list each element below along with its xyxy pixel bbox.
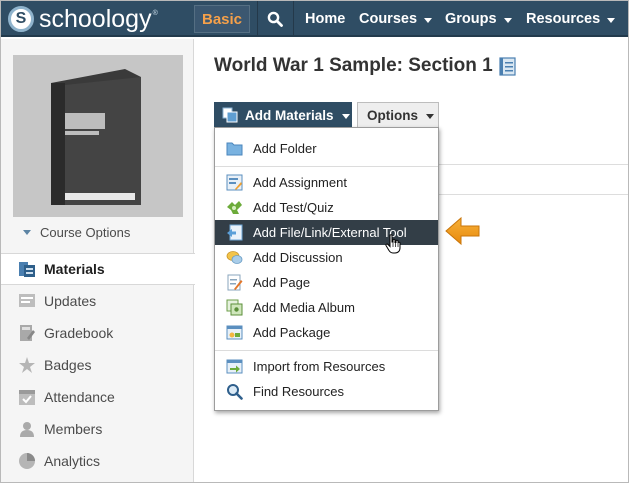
book-icon xyxy=(51,69,141,205)
menu-item-add-file-link-external-tool[interactable]: Add File/Link/External Tool xyxy=(215,220,438,245)
menu-item-import-from-resources[interactable]: Import from Resources xyxy=(215,354,438,379)
sidebar-item-label: Updates xyxy=(44,293,97,309)
search-button[interactable] xyxy=(257,1,293,37)
chevron-down-icon xyxy=(607,17,616,23)
analytics-icon xyxy=(17,451,37,471)
course-info-icon[interactable] xyxy=(499,56,516,76)
add-materials-menu: Add Folder Add Assignment Add Test/Quiz … xyxy=(214,127,439,411)
assignment-icon xyxy=(226,174,243,191)
logo-text: schoology xyxy=(39,4,152,33)
chevron-down-icon xyxy=(503,17,512,23)
pointer-arrow-icon xyxy=(445,216,480,246)
menu-item-label: Find Resources xyxy=(253,384,345,399)
add-materials-button[interactable]: Add Materials xyxy=(214,102,352,128)
discussion-icon xyxy=(226,249,243,266)
menu-item-add-package[interactable]: Add Package xyxy=(215,320,438,345)
menu-item-add-folder[interactable]: Add Folder xyxy=(215,136,438,161)
file-link-icon xyxy=(226,224,243,241)
search-icon xyxy=(267,11,283,27)
nav-home-label: Home xyxy=(305,11,346,27)
sidebar-item-materials[interactable]: Materials xyxy=(1,253,195,285)
sidebar-nav: Materials Updates Gradebook Badges Atten… xyxy=(1,253,195,477)
menu-item-label: Add Media Album xyxy=(253,300,355,315)
sidebar-item-label: Gradebook xyxy=(44,325,114,341)
content-divider xyxy=(439,164,628,165)
nav-divider xyxy=(293,1,294,37)
sidebar-item-label: Badges xyxy=(44,357,92,373)
menu-item-label: Add Discussion xyxy=(253,250,343,265)
add-materials-icon xyxy=(222,107,238,123)
plan-badge[interactable]: Basic xyxy=(194,5,250,33)
chevron-down-icon xyxy=(424,17,433,23)
sidebar-item-label: Materials xyxy=(44,261,105,277)
menu-item-label: Add Folder xyxy=(253,141,317,156)
menu-item-label: Add Package xyxy=(253,325,331,340)
logo-circle-icon: S xyxy=(8,6,34,32)
course-image xyxy=(13,55,183,217)
nav-courses-label: Courses xyxy=(359,11,418,27)
page-title: World War 1 Sample: Section 1 xyxy=(214,54,516,78)
sidebar-item-label: Analytics xyxy=(44,453,101,469)
course-options-toggle[interactable]: Course Options xyxy=(23,223,130,241)
import-icon xyxy=(226,358,243,375)
folder-icon xyxy=(226,140,243,157)
sidebar-item-updates[interactable]: Updates xyxy=(1,285,194,317)
materials-icon xyxy=(17,259,37,279)
page-icon xyxy=(226,274,243,291)
hand-cursor-icon xyxy=(385,234,401,254)
find-icon xyxy=(226,383,243,400)
menu-item-add-discussion[interactable]: Add Discussion xyxy=(215,245,438,270)
sidebar-item-gradebook[interactable]: Gradebook xyxy=(1,317,194,349)
menu-item-add-assignment[interactable]: Add Assignment xyxy=(215,170,438,195)
sidebar-item-members[interactable]: Members xyxy=(1,413,194,445)
nav-groups[interactable]: Groups xyxy=(445,1,512,37)
course-sidebar: Course Options Materials Updates Gradebo… xyxy=(1,39,195,482)
add-materials-label: Add Materials xyxy=(245,107,334,123)
options-button[interactable]: Options xyxy=(357,102,439,128)
quiz-icon xyxy=(226,199,243,216)
nav-courses[interactable]: Courses xyxy=(359,1,433,37)
chevron-down-icon xyxy=(23,229,31,235)
menu-item-label: Add Page xyxy=(253,275,311,290)
chevron-down-icon xyxy=(341,113,350,119)
menu-item-label: Add Assignment xyxy=(253,175,347,190)
menu-item-find-resources[interactable]: Find Resources xyxy=(215,379,438,404)
nav-resources-label: Resources xyxy=(526,11,601,27)
nav-groups-label: Groups xyxy=(445,11,497,27)
menu-item-label: Add File/Link/External Tool xyxy=(253,225,407,240)
sidebar-item-label: Attendance xyxy=(44,389,115,405)
menu-item-label: Import from Resources xyxy=(253,359,386,374)
menu-item-add-page[interactable]: Add Page xyxy=(215,270,438,295)
content-divider xyxy=(439,194,628,195)
course-title-text: World War 1 Sample: Section 1 xyxy=(214,55,493,76)
logo-trademark: ® xyxy=(152,9,158,17)
menu-item-label: Add Test/Quiz xyxy=(253,200,334,215)
attendance-icon xyxy=(17,387,37,407)
badges-icon xyxy=(17,355,37,375)
course-options-label: Course Options xyxy=(40,224,131,240)
sidebar-item-attendance[interactable]: Attendance xyxy=(1,381,194,413)
media-album-icon xyxy=(226,299,243,316)
menu-item-add-test-quiz[interactable]: Add Test/Quiz xyxy=(215,195,438,220)
menu-separator xyxy=(215,166,438,167)
nav-home[interactable]: Home xyxy=(305,1,345,37)
package-icon xyxy=(226,324,243,341)
top-nav-bar: S schoology ® Basic Home Courses Groups … xyxy=(1,1,628,37)
sidebar-item-label: Members xyxy=(44,421,103,437)
options-label: Options xyxy=(367,107,418,123)
updates-icon xyxy=(17,291,37,311)
gradebook-icon xyxy=(17,323,37,343)
nav-resources[interactable]: Resources xyxy=(526,1,616,37)
menu-item-add-media-album[interactable]: Add Media Album xyxy=(215,295,438,320)
sidebar-item-analytics[interactable]: Analytics xyxy=(1,445,194,477)
schoology-logo[interactable]: S schoology ® xyxy=(8,5,158,33)
members-icon xyxy=(17,419,37,439)
chevron-down-icon xyxy=(426,113,434,119)
menu-separator xyxy=(215,350,438,351)
sidebar-item-badges[interactable]: Badges xyxy=(1,349,194,381)
app-window: S schoology ® Basic Home Courses Groups … xyxy=(0,0,629,483)
